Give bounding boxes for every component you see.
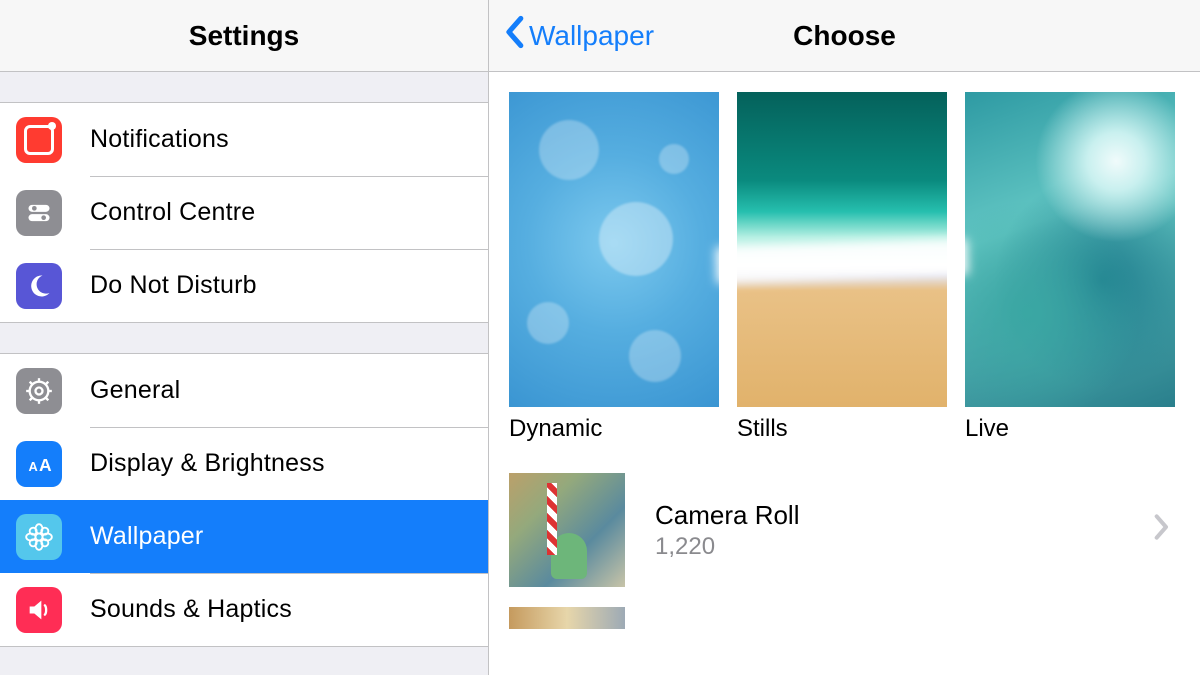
sidebar-item-label: Sounds & Haptics	[90, 595, 292, 624]
album-text: Camera Roll 1,220	[655, 500, 1154, 561]
sidebar-item-do-not-disturb[interactable]: Do Not Disturb	[0, 249, 488, 322]
detail-pane: Wallpaper Choose Dynamic Stills Live	[488, 0, 1200, 675]
gear-icon	[16, 368, 62, 414]
detail-content: Dynamic Stills Live Camera Roll 1,220	[489, 72, 1200, 649]
back-button[interactable]: Wallpaper	[503, 15, 654, 56]
sidebar-group-2: General AA Display & Brightness Wallpape…	[0, 353, 488, 647]
dynamic-thumbnail	[509, 92, 719, 407]
control-centre-icon	[16, 190, 62, 236]
detail-navbar: Wallpaper Choose	[489, 0, 1200, 72]
category-dynamic[interactable]: Dynamic	[509, 92, 719, 443]
sidebar-item-display-brightness[interactable]: AA Display & Brightness	[0, 427, 488, 500]
category-stills[interactable]: Stills	[737, 92, 947, 443]
sidebar-item-control-centre[interactable]: Control Centre	[0, 176, 488, 249]
wallpaper-categories: Dynamic Stills Live	[509, 92, 1180, 443]
category-label: Live	[965, 415, 1175, 443]
album-title: Camera Roll	[655, 500, 1154, 531]
text-size-icon: AA	[16, 441, 62, 487]
detail-title: Choose	[793, 20, 896, 52]
album-thumbnail	[509, 473, 625, 587]
sidebar-item-label: Display & Brightness	[90, 449, 325, 478]
flower-icon	[16, 514, 62, 560]
album-camera-roll[interactable]: Camera Roll 1,220	[509, 469, 1180, 591]
sidebar-item-label: Wallpaper	[90, 522, 203, 551]
chevron-left-icon	[503, 15, 529, 56]
sidebar-item-label: Control Centre	[90, 198, 255, 227]
svg-text:A: A	[39, 455, 52, 475]
category-live[interactable]: Live	[965, 92, 1175, 443]
sidebar-title: Settings	[0, 0, 488, 72]
sidebar-group-1: Notifications Control Centre Do Not Dist…	[0, 102, 488, 323]
album-peek	[509, 607, 625, 629]
settings-app: Settings Notifications Control Centre Do…	[0, 0, 1200, 675]
sidebar-item-notifications[interactable]: Notifications	[0, 103, 488, 176]
svg-text:A: A	[29, 459, 38, 474]
sidebar-item-sounds-haptics[interactable]: Sounds & Haptics	[0, 573, 488, 646]
moon-icon	[16, 263, 62, 309]
back-label: Wallpaper	[529, 20, 654, 52]
sidebar-item-label: General	[90, 376, 180, 405]
sidebar-item-label: Do Not Disturb	[90, 271, 257, 300]
chevron-right-icon	[1154, 513, 1170, 548]
notifications-icon	[16, 117, 62, 163]
speaker-icon	[16, 587, 62, 633]
sidebar-item-label: Notifications	[90, 125, 229, 154]
sidebar-item-wallpaper[interactable]: Wallpaper	[0, 500, 488, 573]
album-count: 1,220	[655, 533, 1154, 561]
category-label: Dynamic	[509, 415, 719, 443]
live-thumbnail	[965, 92, 1175, 407]
settings-sidebar: Settings Notifications Control Centre Do…	[0, 0, 488, 675]
category-label: Stills	[737, 415, 947, 443]
sidebar-item-general[interactable]: General	[0, 354, 488, 427]
stills-thumbnail	[737, 92, 947, 407]
